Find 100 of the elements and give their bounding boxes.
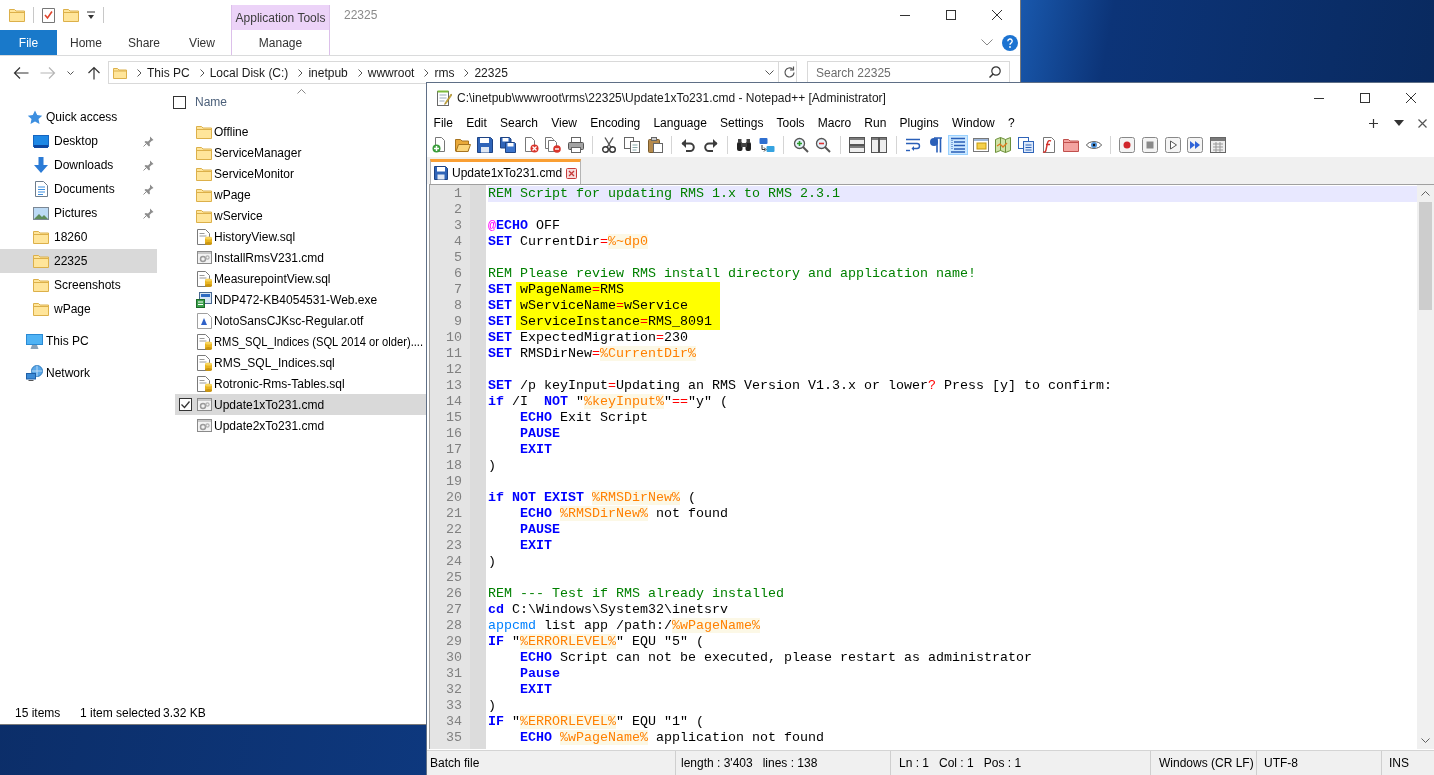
scrollbar-thumb[interactable] [1419, 202, 1432, 310]
menu-item[interactable]: Run [857, 113, 893, 133]
caret-down-icon[interactable] [1394, 120, 1404, 126]
function-list-icon[interactable] [1040, 137, 1057, 153]
fast-forward-icon[interactable] [1187, 137, 1204, 153]
grid-window-icon[interactable] [1209, 137, 1226, 153]
record-icon[interactable] [1119, 137, 1136, 153]
panel-icon[interactable] [972, 137, 989, 153]
close-icon[interactable] [1418, 118, 1427, 128]
menu-item[interactable]: Plugins [892, 113, 946, 133]
ribbon-tab[interactable]: File [0, 30, 57, 55]
nav-item[interactable]: Quick access [0, 105, 157, 129]
menu-item[interactable]: ? [1001, 113, 1022, 133]
explorer-list-item[interactable]: wPage [175, 184, 426, 205]
explorer-list-item[interactable]: Update2xTo231.cmd [175, 415, 426, 436]
word-wrap-icon[interactable] [905, 137, 921, 153]
close-icon[interactable] [1406, 93, 1416, 103]
play-icon[interactable] [1164, 137, 1181, 153]
printer-icon[interactable] [567, 137, 584, 153]
plus-icon[interactable] [1369, 118, 1378, 128]
menu-item[interactable]: File [427, 113, 460, 133]
windows-stacked-icon[interactable] [848, 137, 865, 153]
close-documents-icon[interactable] [545, 137, 562, 153]
nav-item[interactable]: 22325 [0, 249, 157, 273]
explorer-list-item[interactable]: HistoryView.sql [175, 226, 426, 247]
help-icon[interactable] [1002, 34, 1018, 51]
stop-icon[interactable] [1141, 137, 1158, 153]
floppy-disks-icon[interactable] [500, 137, 517, 153]
chevron-down-icon[interactable] [765, 70, 774, 75]
column-header[interactable]: Name [195, 95, 227, 109]
windows-side-by-side-icon[interactable] [871, 137, 888, 153]
chevron-right-icon[interactable] [464, 68, 470, 77]
scissors-icon[interactable] [601, 137, 618, 153]
menu-item[interactable]: View [544, 113, 584, 133]
nav-item[interactable]: wPage [0, 297, 157, 321]
ribbon-tab[interactable]: Manage [231, 30, 330, 55]
pin-icon[interactable] [143, 135, 154, 147]
pin-icon[interactable] [143, 159, 154, 171]
breadcrumb-item[interactable]: wwwroot [367, 65, 415, 80]
nav-item[interactable]: Network [0, 361, 157, 385]
scroll-up-icon[interactable] [1421, 191, 1430, 196]
close-icon[interactable] [992, 10, 1002, 20]
breadcrumb-item[interactable]: inetpub [308, 65, 348, 80]
chevron-right-icon[interactable] [298, 68, 304, 77]
maximize-icon[interactable] [1360, 93, 1370, 103]
nav-item[interactable]: Documents [0, 177, 157, 201]
code-editor[interactable] [429, 184, 1434, 749]
checkbox[interactable] [173, 95, 186, 109]
nav-item[interactable]: 18260 [0, 225, 157, 249]
copy-icon[interactable] [624, 137, 641, 153]
refresh-icon[interactable] [783, 66, 796, 79]
explorer-list-item[interactable]: InstallRmsV231.cmd [175, 247, 426, 268]
sort-caret-icon[interactable] [297, 89, 306, 94]
menu-item[interactable]: Macro [811, 113, 858, 133]
menu-item[interactable]: Settings [713, 113, 770, 133]
explorer-list-item[interactable]: ServiceMonitor [175, 163, 426, 184]
ribbon-tab[interactable]: Home [57, 30, 115, 55]
menu-item[interactable]: Language [646, 113, 714, 133]
indent-guide-icon[interactable] [948, 135, 969, 155]
explorer-list-item[interactable]: NotoSansCJKsc-Regular.otf [175, 310, 426, 331]
binoculars-icon[interactable] [736, 137, 753, 153]
maximize-icon[interactable] [946, 10, 956, 20]
explorer-list-item[interactable]: MeasurepointView.sql [175, 268, 426, 289]
menu-item[interactable]: Window [945, 113, 1002, 133]
explorer-list-item[interactable]: Offline [175, 121, 426, 142]
nav-item[interactable]: Downloads [0, 153, 157, 177]
caret-down-icon[interactable] [67, 70, 74, 75]
explorer-list-item[interactable]: wService [175, 205, 426, 226]
nav-item[interactable]: Desktop [0, 129, 157, 153]
menu-item[interactable]: Search [493, 113, 545, 133]
chevron-right-icon[interactable] [424, 68, 430, 77]
search-field[interactable]: Search 22325 [807, 61, 1010, 84]
breadcrumb-item[interactable]: rms [434, 65, 455, 80]
search-icon[interactable] [989, 66, 1001, 78]
scroll-down-icon[interactable] [1421, 738, 1430, 743]
breadcrumb-item[interactable]: Local Disk (C:) [209, 65, 289, 80]
folder-icon[interactable] [454, 137, 471, 153]
pin-icon[interactable] [143, 183, 154, 195]
explorer-list-item[interactable]: Update1xTo231.cmd [175, 394, 426, 415]
document-list-icon[interactable] [1017, 137, 1034, 153]
checkbox[interactable] [179, 398, 192, 411]
menu-item[interactable]: Edit [459, 113, 494, 133]
pin-icon[interactable] [143, 207, 154, 219]
back-arrow-icon[interactable] [13, 65, 29, 80]
map-icon[interactable] [995, 137, 1012, 153]
up-arrow-icon[interactable] [88, 65, 100, 80]
explorer-list-item[interactable]: ServiceManager [175, 142, 426, 163]
ribbon-tab[interactable]: View [173, 30, 231, 55]
vertical-scrollbar[interactable] [1417, 185, 1434, 749]
checklist-icon[interactable] [42, 7, 55, 23]
document-tab[interactable]: Update1xTo231.cmd [430, 159, 582, 184]
pilcrow-icon[interactable] [927, 137, 944, 153]
undo-icon[interactable] [680, 137, 697, 153]
menu-item[interactable]: Tools [769, 113, 812, 133]
chevron-down-icon[interactable] [981, 39, 993, 46]
explorer-list-item[interactable]: RMS_SQL_Indices.sql [175, 352, 426, 373]
breadcrumb-item[interactable]: 22325 [474, 65, 508, 80]
ribbon-tab[interactable]: Share [115, 30, 173, 55]
breadcrumb-item[interactable]: This PC [147, 65, 190, 80]
explorer-list-item[interactable]: RMS_SQL_Indices (SQL 2014 or older).... [175, 331, 426, 352]
